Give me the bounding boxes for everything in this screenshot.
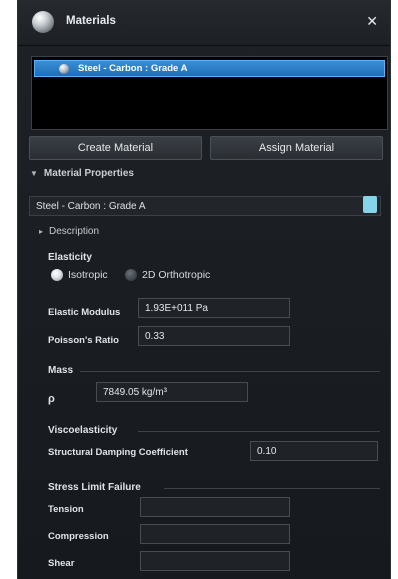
viscoelasticity-header: Viscoelasticity [48, 425, 118, 436]
material-select[interactable]: Steel - Carbon : Grade A [29, 196, 381, 216]
stress-limit-header: Stress Limit Failure [48, 482, 141, 493]
material-properties-header[interactable]: ▼ Material Properties [30, 168, 134, 179]
material-properties-label: Material Properties [43, 168, 134, 179]
shear-field[interactable] [140, 551, 290, 571]
description-header[interactable]: ▸ Description [39, 226, 99, 237]
poissons-ratio-label: Poisson's Ratio [48, 335, 119, 346]
materials-panel: Materials ✕ Steel - Carbon : Grade A Cre… [17, 0, 391, 579]
tension-field[interactable] [140, 497, 290, 517]
title-bar: Materials ✕ [18, 0, 390, 46]
material-sphere-icon [59, 64, 69, 74]
caret-right-icon: ▸ [39, 227, 44, 236]
panel-title: Materials [66, 15, 116, 27]
list-item-selected[interactable]: Steel - Carbon : Grade A [34, 60, 385, 77]
material-sphere-icon [32, 11, 54, 33]
damping-field[interactable]: 0.10 [250, 441, 378, 461]
list-item-label: Steel - Carbon : Grade A [78, 63, 188, 74]
orthotropic-label: 2D Orthotropic [142, 269, 211, 281]
density-label: ρ [48, 393, 55, 405]
orthotropic-radio[interactable] [125, 269, 137, 281]
shear-label: Shear [48, 558, 75, 569]
elastic-modulus-field[interactable]: 1.93E+011 Pa [138, 298, 290, 318]
close-icon[interactable]: ✕ [366, 13, 378, 30]
description-label: Description [49, 226, 100, 237]
material-color-swatch[interactable] [363, 196, 377, 213]
elastic-modulus-label: Elastic Modulus [48, 307, 121, 318]
damping-label: Structural Damping Coefficient [48, 447, 188, 458]
create-material-button[interactable]: Create Material [29, 136, 202, 160]
compression-label: Compression [48, 531, 109, 542]
viscoelasticity-divider [138, 431, 380, 432]
poissons-ratio-field[interactable]: 0.33 [138, 326, 290, 346]
stress-limit-divider [164, 488, 380, 489]
assign-material-button[interactable]: Assign Material [210, 136, 383, 160]
isotropic-label: Isotropic [68, 269, 108, 281]
tension-label: Tension [48, 504, 84, 515]
material-select-value: Steel - Carbon : Grade A [36, 201, 146, 212]
mass-divider [80, 371, 380, 372]
compression-field[interactable] [140, 524, 290, 544]
caret-down-icon: ▼ [30, 169, 38, 178]
materials-list[interactable]: Steel - Carbon : Grade A [31, 56, 388, 130]
elasticity-header: Elasticity [48, 252, 92, 263]
mass-header: Mass [48, 365, 74, 376]
isotropic-radio[interactable] [51, 269, 63, 281]
density-field[interactable]: 7849.05 kg/m³ [96, 382, 248, 402]
